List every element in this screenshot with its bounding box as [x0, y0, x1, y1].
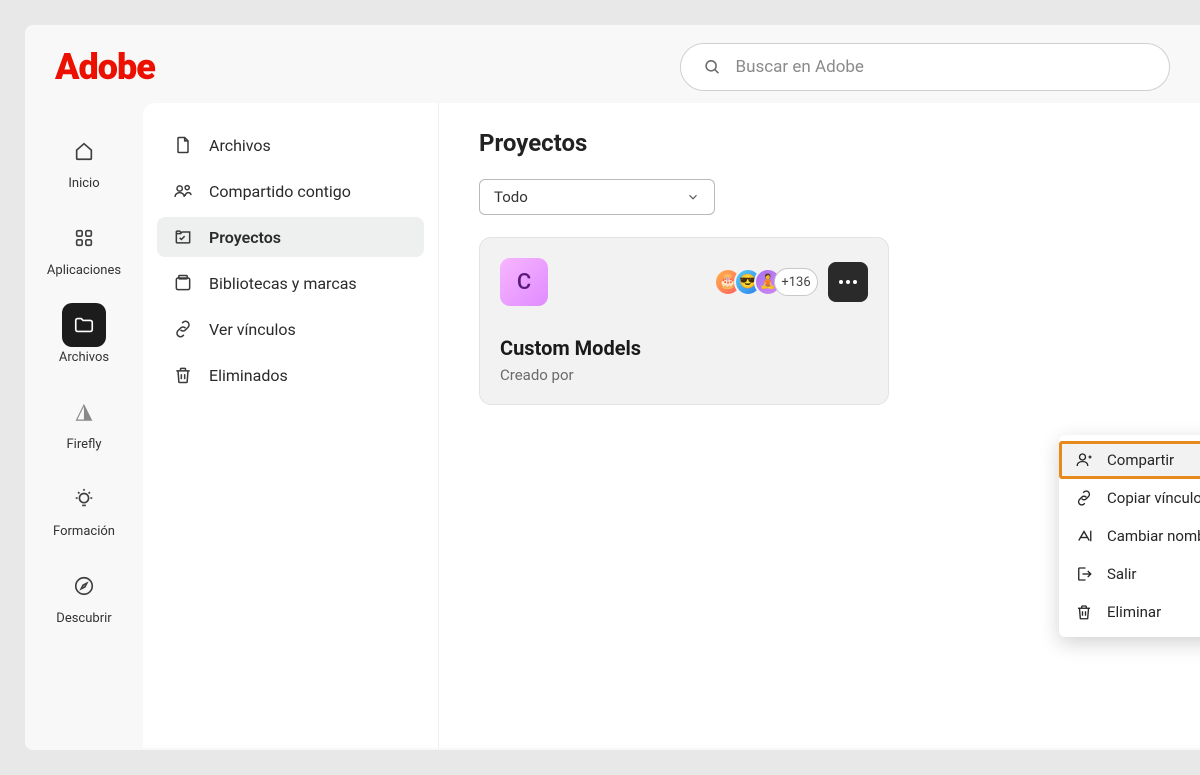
home-icon	[62, 129, 106, 173]
rail-home-label: Inicio	[62, 177, 105, 192]
menu-delete[interactable]: Eliminar	[1059, 593, 1200, 631]
nav-rail: Inicio Aplicaciones Archivos ◮ Firefly	[25, 103, 143, 748]
files-panel: Archivos Compartido contigo Proyectos Bi…	[143, 103, 439, 748]
rail-firefly-label: Firefly	[60, 438, 107, 453]
menu-delete-label: Eliminar	[1107, 603, 1161, 621]
body: Inicio Aplicaciones Archivos ◮ Firefly	[25, 103, 1200, 748]
search-input[interactable]	[736, 57, 1147, 77]
context-menu: Compartir Copiar vínculo Cambiar nombre …	[1059, 435, 1200, 637]
people-icon	[173, 181, 193, 201]
card-top: C 🎂 😎 🧘 +136	[500, 258, 868, 306]
panel-libraries[interactable]: Bibliotecas y marcas	[157, 263, 424, 303]
link-icon	[1075, 489, 1093, 507]
rail-discover-label: Descubrir	[50, 612, 117, 627]
link-icon	[173, 319, 193, 339]
menu-leave[interactable]: Salir	[1059, 555, 1200, 593]
header: Adobe	[25, 25, 1200, 103]
project-title: Custom Models	[500, 336, 868, 360]
rail-discover[interactable]: Descubrir	[25, 564, 143, 627]
panel-shared[interactable]: Compartido contigo	[157, 171, 424, 211]
exit-icon	[1075, 565, 1093, 583]
menu-share[interactable]: Compartir	[1059, 441, 1200, 479]
compass-icon	[62, 564, 106, 608]
rail-home[interactable]: Inicio	[25, 129, 143, 192]
main-content: Proyectos Todo C 🎂 😎 🧘 +136	[439, 103, 1200, 748]
panel-libraries-label: Bibliotecas y marcas	[209, 274, 357, 293]
more-button[interactable]	[828, 262, 868, 302]
filter-value: Todo	[494, 188, 528, 206]
app-window: Adobe Inicio Aplicaciones	[25, 25, 1200, 750]
chevron-down-icon	[686, 190, 700, 204]
avatar-overflow-count: +136	[774, 268, 818, 296]
menu-rename-label: Cambiar nombre	[1107, 527, 1200, 545]
firefly-icon: ◮	[62, 390, 106, 434]
panel-projects[interactable]: Proyectos	[157, 217, 424, 257]
file-icon	[173, 135, 193, 155]
user-plus-icon	[1075, 451, 1093, 469]
filter-dropdown[interactable]: Todo	[479, 179, 715, 215]
panel-deleted[interactable]: Eliminados	[157, 355, 424, 395]
trash-icon	[1075, 603, 1093, 621]
project-thumbnail: C	[500, 258, 548, 306]
menu-rename[interactable]: Cambiar nombre	[1059, 517, 1200, 555]
panel-links[interactable]: Ver vínculos	[157, 309, 424, 349]
lightbulb-icon	[62, 477, 106, 521]
rail-firefly[interactable]: ◮ Firefly	[25, 390, 143, 453]
project-card[interactable]: C 🎂 😎 🧘 +136 Custom Models	[479, 237, 889, 405]
panel-archives[interactable]: Archivos	[157, 125, 424, 165]
project-subtitle: Creado por	[500, 366, 868, 384]
adobe-logo[interactable]: Adobe	[55, 46, 155, 88]
page-title: Proyectos	[479, 129, 1160, 157]
rail-learn-label: Formación	[47, 525, 121, 540]
apps-icon	[62, 216, 106, 260]
menu-copy-link[interactable]: Copiar vínculo	[1059, 479, 1200, 517]
rail-apps[interactable]: Aplicaciones	[25, 216, 143, 279]
panel-links-label: Ver vínculos	[209, 320, 296, 339]
search-icon	[703, 57, 722, 77]
card-actions: 🎂 😎 🧘 +136	[714, 262, 868, 302]
panel-archives-label: Archivos	[209, 136, 271, 155]
rail-learn[interactable]: Formación	[25, 477, 143, 540]
libraries-icon	[173, 273, 193, 293]
search-field[interactable]	[680, 43, 1170, 91]
rail-files-label: Archivos	[53, 351, 115, 366]
rail-apps-label: Aplicaciones	[41, 264, 127, 279]
rail-files[interactable]: Archivos	[25, 303, 143, 366]
panel-shared-label: Compartido contigo	[209, 182, 351, 201]
trash-icon	[173, 365, 193, 385]
rename-icon	[1075, 527, 1093, 545]
menu-share-label: Compartir	[1107, 451, 1174, 469]
search-wrap	[680, 43, 1170, 91]
folder-icon	[62, 303, 106, 347]
collaborator-avatars[interactable]: 🎂 😎 🧘 +136	[714, 268, 818, 296]
menu-leave-label: Salir	[1107, 565, 1136, 583]
menu-copy-link-label: Copiar vínculo	[1107, 489, 1200, 507]
panel-deleted-label: Eliminados	[209, 366, 288, 385]
projects-icon	[173, 227, 193, 247]
panel-projects-label: Proyectos	[209, 228, 281, 247]
